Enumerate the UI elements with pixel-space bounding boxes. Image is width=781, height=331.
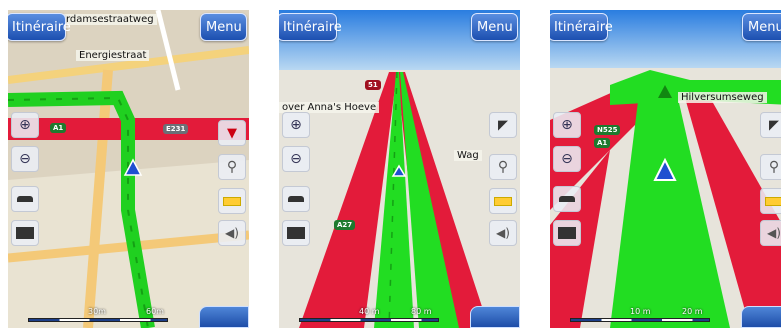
tilt-down-icon xyxy=(558,227,576,239)
scale-label: 20 m xyxy=(682,307,703,316)
magnifier-minus-icon: ⊖ xyxy=(561,151,573,167)
zoom-out-button[interactable]: ⊖ xyxy=(282,146,310,172)
street-label: Hilversumseweg xyxy=(678,92,767,103)
tilt-up-button[interactable] xyxy=(553,186,581,212)
road-shield: E231 xyxy=(163,124,189,134)
volume-icon: ◀) xyxy=(225,226,239,240)
compass-button[interactable]: ▼ xyxy=(218,120,246,146)
zoom-in-button[interactable]: ⊕ xyxy=(553,112,581,138)
magnifier-minus-icon: ⊖ xyxy=(19,151,31,167)
street-label: Energiestraat xyxy=(76,50,150,61)
cockpit-toggle-button[interactable] xyxy=(741,306,781,328)
battery-icon xyxy=(765,196,781,206)
battery-indicator xyxy=(218,188,246,214)
nav-screen-2d: rdamsestraatweg Energiestraat A1 E231 It… xyxy=(8,10,249,328)
scale-label: 80 m xyxy=(411,307,432,316)
tilt-down-button[interactable] xyxy=(553,220,581,246)
magnifier-plus-icon: ⊕ xyxy=(19,117,31,133)
scale-bar: 10 m 20 m xyxy=(570,307,710,322)
street-label: Wag xyxy=(454,150,482,161)
scale-bar: 30m 60m xyxy=(28,307,168,322)
tilt-up-button[interactable] xyxy=(282,186,310,212)
menu-button[interactable]: Menu xyxy=(471,13,518,41)
compass-button[interactable]: ◤ xyxy=(489,112,517,138)
battery-indicator xyxy=(489,188,517,214)
compass-icon: ▼ xyxy=(227,125,237,141)
compass-icon: ◤ xyxy=(769,117,779,133)
battery-icon xyxy=(494,196,512,206)
road-shield: 51 xyxy=(365,80,381,90)
menu-button[interactable]: Menu xyxy=(742,13,781,41)
tilt-down-button[interactable] xyxy=(282,220,310,246)
street-label: rdamsestraatweg xyxy=(63,14,157,25)
magnifier-plus-icon: ⊕ xyxy=(290,117,302,133)
zoom-out-button[interactable]: ⊖ xyxy=(553,146,581,172)
tilt-down-icon xyxy=(16,227,34,239)
tilt-up-icon xyxy=(17,196,33,202)
cockpit-toggle-button[interactable] xyxy=(470,306,520,328)
compass-icon: ◤ xyxy=(498,117,508,133)
nav-screen-3d-closeup: Hilversumseweg N525 A1 Itinéraire Menu ⊕… xyxy=(550,10,781,328)
road-shield: N525 xyxy=(594,125,621,135)
volume-button[interactable]: ◀) xyxy=(218,220,246,246)
pin-icon: ⚲ xyxy=(768,159,780,175)
map-view[interactable] xyxy=(279,10,520,328)
compass-button[interactable]: ◤ xyxy=(760,112,781,138)
zoom-out-button[interactable]: ⊖ xyxy=(11,146,39,172)
tilt-up-button[interactable] xyxy=(11,186,39,212)
pin-icon: ⚲ xyxy=(497,159,509,175)
pin-button[interactable]: ⚲ xyxy=(760,154,781,180)
itinerary-button[interactable]: Itinéraire xyxy=(8,13,71,41)
tilt-up-icon xyxy=(288,196,304,202)
road-shield: A27 xyxy=(334,220,356,230)
pin-button[interactable]: ⚲ xyxy=(218,154,246,180)
battery-indicator xyxy=(760,188,781,214)
zoom-in-button[interactable]: ⊕ xyxy=(282,112,310,138)
scale-label: 60m xyxy=(146,307,164,316)
tilt-down-button[interactable] xyxy=(11,220,39,246)
zoom-in-button[interactable]: ⊕ xyxy=(11,112,39,138)
tilt-up-icon xyxy=(559,196,575,202)
road-shield: A1 xyxy=(50,123,67,133)
pin-button[interactable]: ⚲ xyxy=(489,154,517,180)
volume-icon: ◀) xyxy=(767,226,781,240)
scale-label: 30m xyxy=(88,307,106,316)
pin-icon: ⚲ xyxy=(226,159,238,175)
volume-icon: ◀) xyxy=(496,226,510,240)
scale-label: 40 m xyxy=(359,307,380,316)
scale-bar: 40 m 80 m xyxy=(299,307,439,322)
nav-screen-3d: over Anna's Hoeve Wag A27 51 Itinéraire … xyxy=(279,10,520,328)
magnifier-plus-icon: ⊕ xyxy=(561,117,573,133)
itinerary-button[interactable]: Itinéraire xyxy=(550,13,613,41)
itinerary-button[interactable]: Itinéraire xyxy=(279,13,342,41)
map-view[interactable] xyxy=(550,10,781,328)
volume-button[interactable]: ◀) xyxy=(489,220,517,246)
menu-button[interactable]: Menu xyxy=(200,13,247,41)
cockpit-toggle-button[interactable] xyxy=(199,306,249,328)
battery-icon xyxy=(223,196,241,206)
road-shield: A1 xyxy=(594,138,611,148)
scale-label: 10 m xyxy=(630,307,651,316)
tilt-down-icon xyxy=(287,227,305,239)
volume-button[interactable]: ◀) xyxy=(760,220,781,246)
magnifier-minus-icon: ⊖ xyxy=(290,151,302,167)
